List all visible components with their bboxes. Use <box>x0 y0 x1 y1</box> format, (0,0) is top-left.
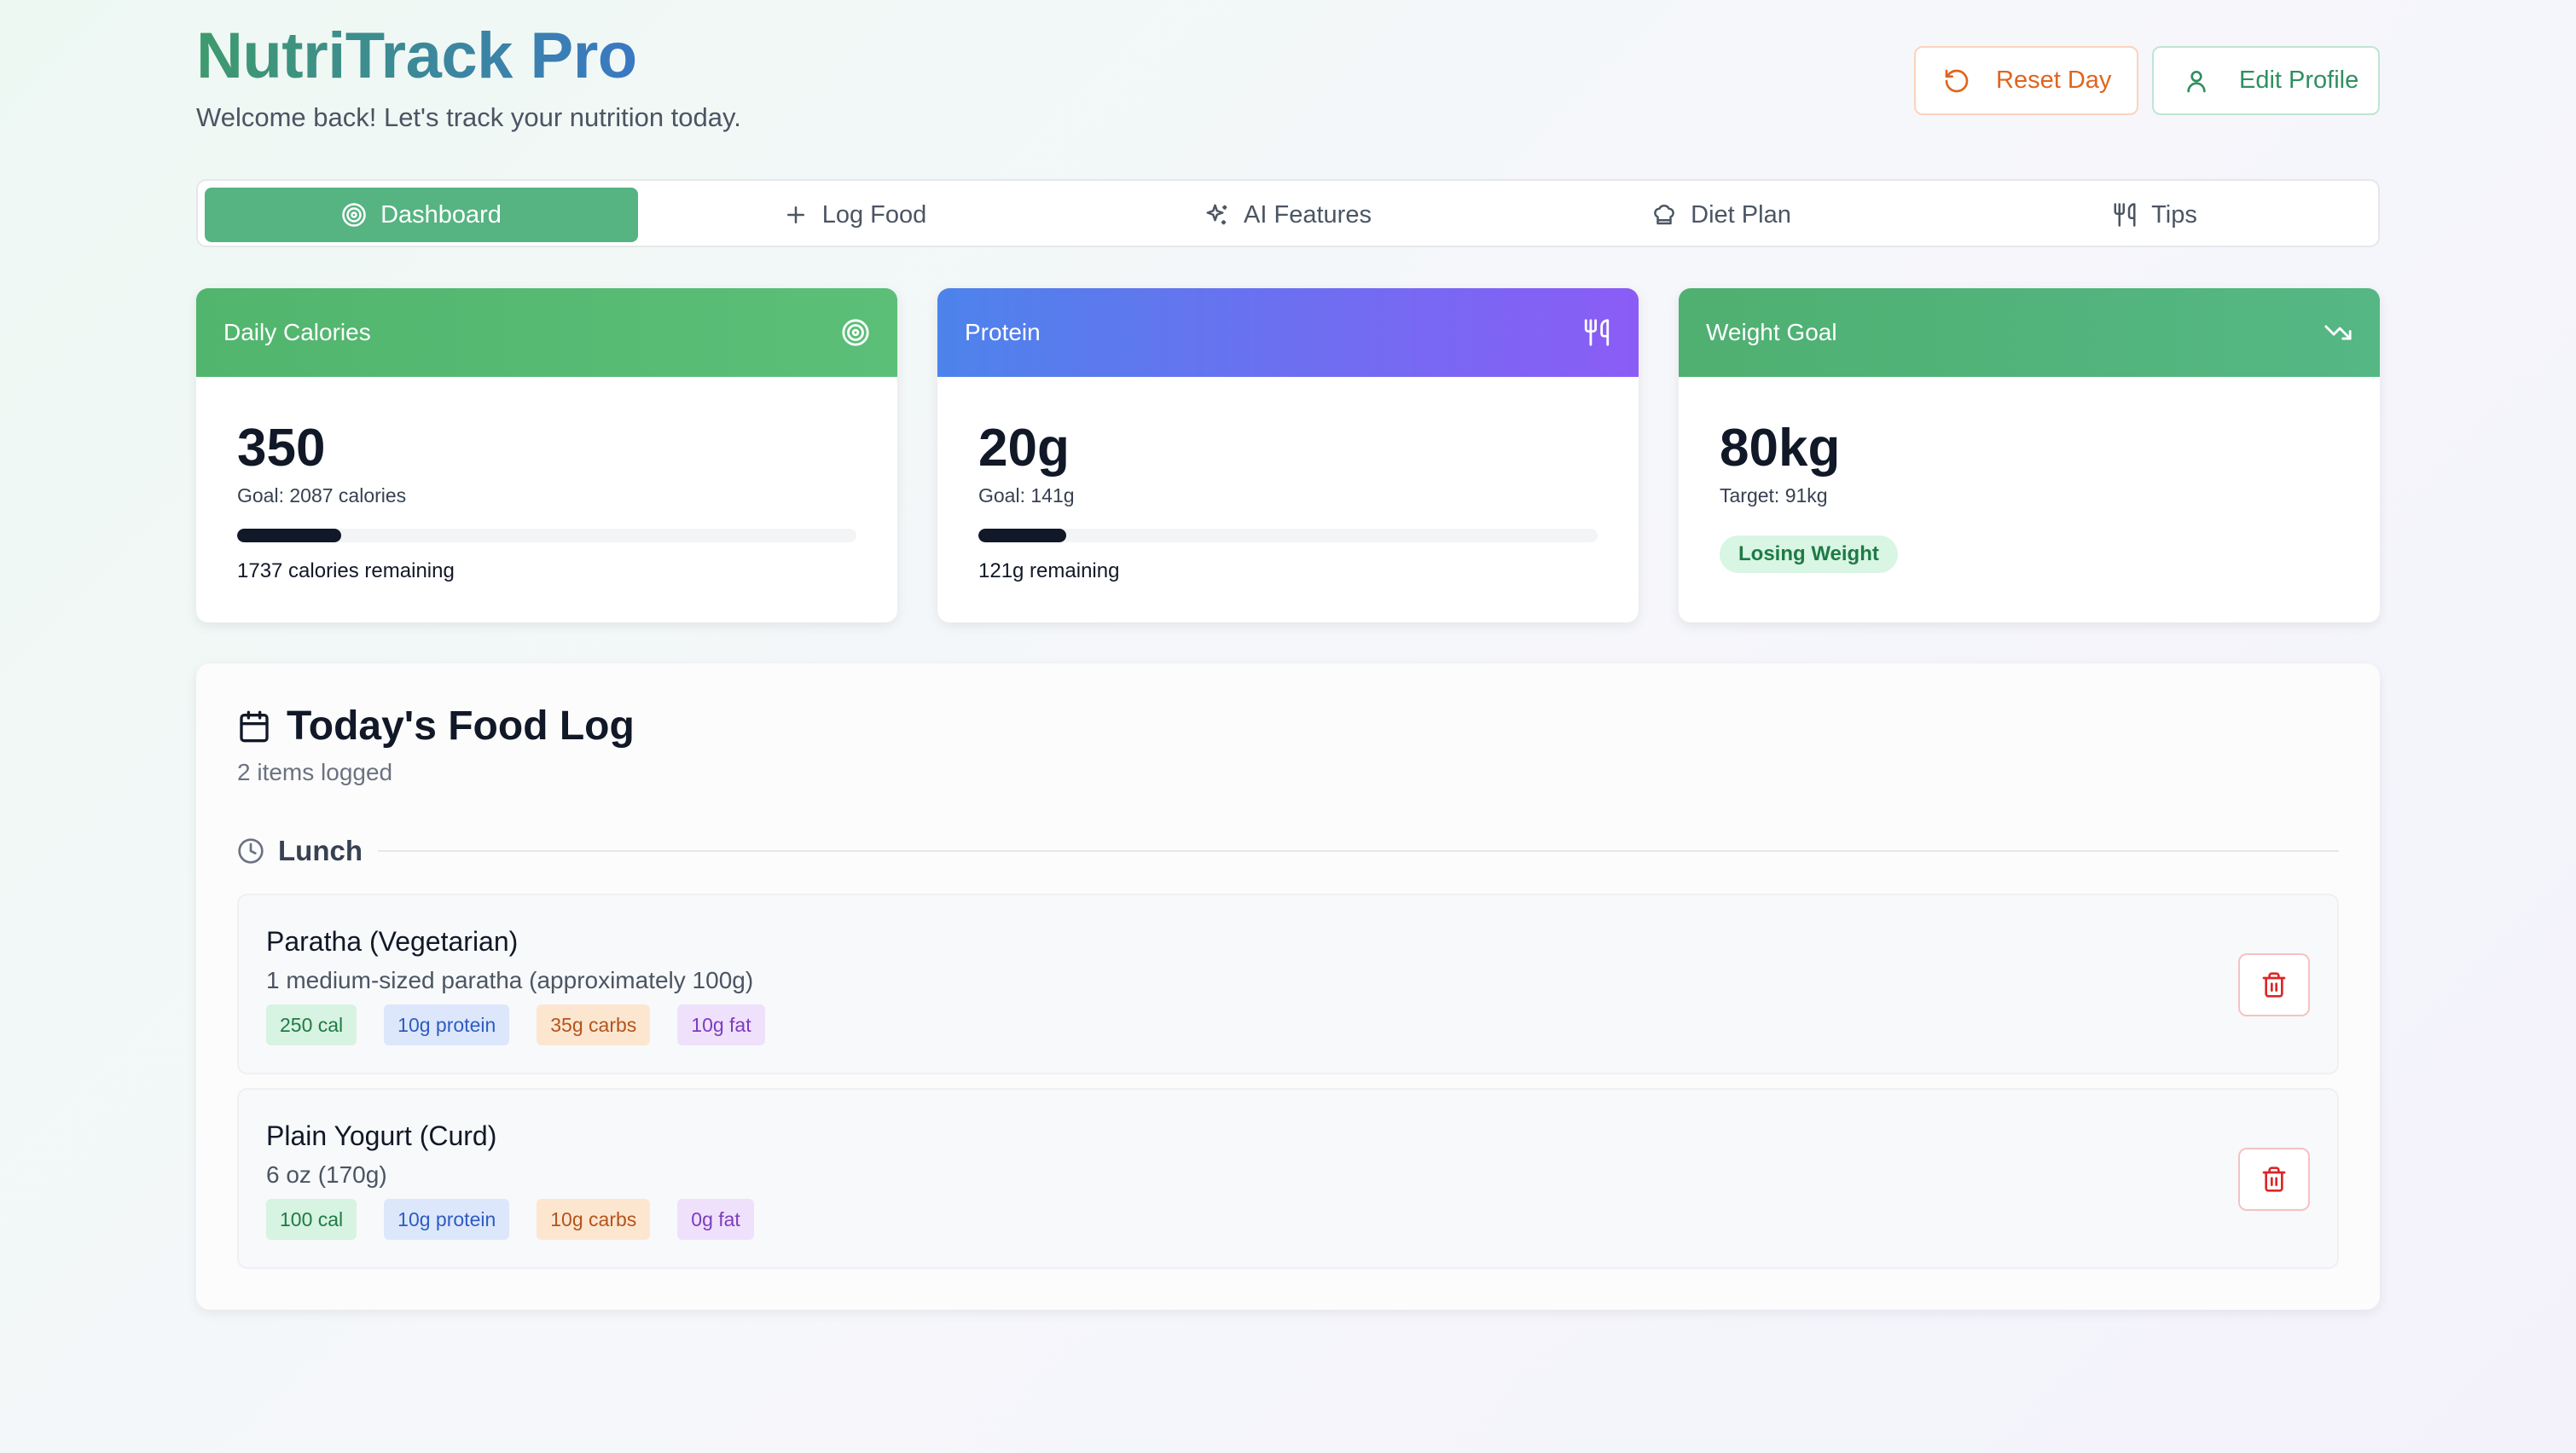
tab-log-food[interactable]: Log Food <box>638 188 1071 242</box>
carbs-chip: 35g carbs <box>537 1004 651 1045</box>
food-log-title: Today's Food Log <box>287 703 635 749</box>
app-subtitle: Welcome back! Let's track your nutrition… <box>196 102 741 132</box>
app-header: NutriTrack Pro Welcome back! Let's track… <box>196 0 2380 162</box>
weight-value: 80kg <box>1720 419 1841 478</box>
card-header: Weight Goal <box>1679 288 2380 377</box>
calories-chip: 100 cal <box>266 1199 357 1240</box>
nutrient-chips: 100 cal 10g protein 10g carbs 0g fat <box>266 1199 781 1240</box>
edit-profile-label: Edit Profile <box>2239 67 2359 94</box>
app-container: NutriTrack Pro Welcome back! Let's track… <box>196 0 2380 1310</box>
calories-progress-bar <box>237 529 856 542</box>
protein-remaining: 121g remaining <box>978 559 1120 582</box>
tab-dashboard[interactable]: Dashboard <box>205 188 638 242</box>
tab-label: AI Features <box>1244 200 1372 229</box>
app-title: NutriTrack Pro <box>196 20 637 92</box>
calories-value: 350 <box>237 419 326 478</box>
tab-tips[interactable]: Tips <box>1938 188 2371 242</box>
fat-chip: 10g fat <box>677 1004 765 1045</box>
delete-food-button[interactable] <box>2238 953 2310 1016</box>
food-name: Plain Yogurt (Curd) <box>266 1120 497 1151</box>
clock-icon <box>238 838 264 864</box>
protein-value: 20g <box>978 419 1070 478</box>
food-portion: 6 oz (170g) <box>266 1161 387 1188</box>
main-tabs: Dashboard Log Food AI Features Diet Plan <box>196 179 2380 247</box>
target-icon <box>842 319 869 346</box>
meal-name: Lunch <box>278 835 363 866</box>
tab-label: Tips <box>2151 200 2197 229</box>
chef-hat-icon <box>1654 205 1674 225</box>
food-item: Plain Yogurt (Curd) 6 oz (170g) 100 cal … <box>237 1088 2339 1269</box>
nutrient-chips: 250 cal 10g protein 35g carbs 10g fat <box>266 1004 792 1045</box>
weight-goal-card: Weight Goal 80kg Target: 91kg Losing Wei… <box>1679 288 2380 622</box>
calories-chip: 250 cal <box>266 1004 357 1045</box>
calories-goal: Goal: 2087 calories <box>237 484 407 507</box>
tab-label: Log Food <box>821 200 927 229</box>
calendar-icon <box>240 710 269 742</box>
target-icon <box>342 203 366 227</box>
delete-food-button[interactable] <box>2238 1148 2310 1211</box>
tab-diet-plan[interactable]: Diet Plan <box>1505 188 1938 242</box>
trash-icon <box>2262 972 2286 998</box>
calories-remaining: 1737 calories remaining <box>237 559 455 582</box>
sparkles-icon <box>1206 204 1227 225</box>
meal-section-header: Lunch <box>237 834 2339 868</box>
weight-target: Target: 91kg <box>1720 484 1828 507</box>
reset-day-label: Reset Day <box>1996 67 2112 94</box>
utensils-icon <box>1584 319 1610 346</box>
carbs-chip: 10g carbs <box>537 1199 651 1240</box>
tab-label: Dashboard <box>380 200 502 229</box>
food-log-header: Today's Food Log <box>237 703 635 750</box>
food-item: Paratha (Vegetarian) 1 medium-sized para… <box>237 894 2339 1074</box>
card-title: Protein <box>965 319 1041 345</box>
plus-icon <box>786 206 804 223</box>
card-title: Weight Goal <box>1706 319 1837 345</box>
edit-profile-button[interactable]: Edit Profile <box>2152 46 2380 115</box>
utensils-icon <box>2114 203 2136 227</box>
trash-icon <box>2262 1166 2286 1192</box>
protein-goal: Goal: 141g <box>978 484 1075 507</box>
food-name: Paratha (Vegetarian) <box>266 926 519 957</box>
calories-progress-fill <box>237 529 341 542</box>
status-badge: Losing Weight <box>1720 535 1898 573</box>
food-log-count: 2 items logged <box>237 759 393 785</box>
rotate-ccw-icon <box>1945 69 1969 92</box>
user-icon <box>2187 70 2206 92</box>
protein-progress-bar <box>978 529 1598 542</box>
card-header: Daily Calories <box>196 288 897 377</box>
daily-calories-card: Daily Calories 350 Goal: 2087 calories 1… <box>196 288 897 622</box>
protein-card: Protein 20g Goal: 141g 121g remaining <box>937 288 1639 622</box>
protein-chip: 10g protein <box>384 1004 510 1045</box>
divider <box>377 850 2339 852</box>
card-title: Daily Calories <box>223 319 371 345</box>
fat-chip: 0g fat <box>677 1199 754 1240</box>
food-portion: 1 medium-sized paratha (approximately 10… <box>266 967 754 993</box>
protein-progress-fill <box>978 529 1067 542</box>
reset-day-button[interactable]: Reset Day <box>1914 46 2138 115</box>
trending-down-icon <box>2324 325 2352 340</box>
food-log-section: Today's Food Log 2 items logged Lunch Pa… <box>196 663 2380 1310</box>
card-header: Protein <box>937 288 1639 377</box>
tab-ai-features[interactable]: AI Features <box>1071 188 1505 242</box>
tab-label: Diet Plan <box>1691 200 1791 229</box>
protein-chip: 10g protein <box>384 1199 510 1240</box>
